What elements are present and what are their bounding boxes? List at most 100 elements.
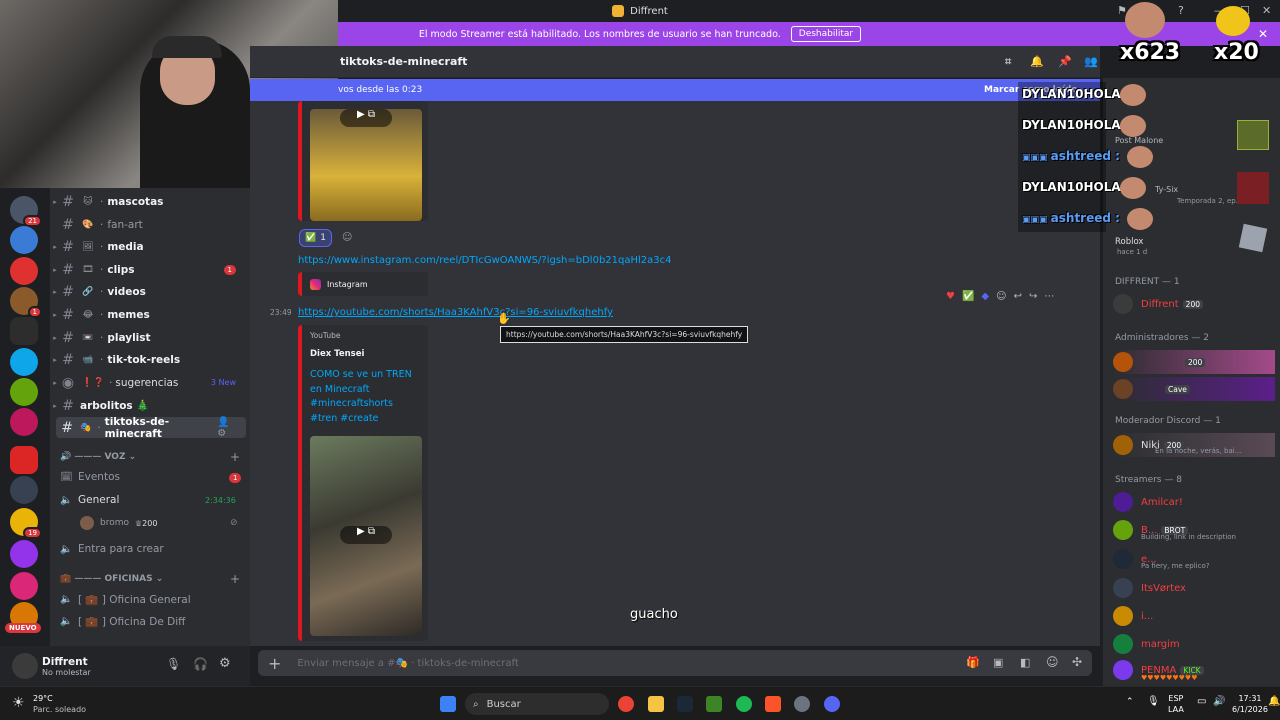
- file-explorer-icon[interactable]: [648, 696, 664, 712]
- member-item[interactable]: Amilcar!: [1113, 492, 1183, 512]
- instagram-link[interactable]: https://www.instagram.com/reel/DTIcGwOAN…: [298, 255, 672, 266]
- server-icon[interactable]: [10, 317, 38, 345]
- clock[interactable]: 17:31 6/1/2026: [1232, 693, 1268, 715]
- reply-icon[interactable]: ↩: [1014, 291, 1022, 302]
- server-icon[interactable]: [10, 476, 38, 504]
- threads-icon[interactable]: ⌗: [1005, 55, 1011, 69]
- check-reaction-icon[interactable]: ✅: [962, 291, 974, 302]
- settings-gear-icon[interactable]: ⚙: [219, 656, 231, 671]
- headphones-icon[interactable]: 🎧: [193, 657, 208, 671]
- help-icon[interactable]: ?: [1178, 4, 1184, 17]
- apps-icon[interactable]: ✣: [1072, 655, 1082, 669]
- embed-title[interactable]: COMO se ve un TREN en Minecraft #minecra…: [310, 368, 420, 426]
- member-item[interactable]: i...: [1113, 606, 1153, 626]
- volume-icon[interactable]: 🔊: [1213, 696, 1225, 707]
- add-reaction-icon[interactable]: ☺: [996, 291, 1006, 302]
- tray-chevron-icon[interactable]: ⌃: [1126, 697, 1134, 707]
- add-office-channel-icon[interactable]: +: [230, 572, 240, 586]
- voice-channel-general[interactable]: 🔈 General: [60, 494, 119, 506]
- play-button-icon[interactable]: ▶ ⧉: [340, 109, 392, 127]
- server-icon[interactable]: [10, 446, 38, 474]
- play-button-icon[interactable]: ▶ ⧉: [340, 526, 392, 544]
- member-item[interactable]: ItsVørtex: [1113, 578, 1186, 598]
- server-icon[interactable]: [10, 378, 38, 406]
- reaction-checkmark[interactable]: ✅ 1: [299, 229, 332, 247]
- server-icon[interactable]: [10, 257, 38, 285]
- spotify-icon[interactable]: [736, 696, 752, 712]
- mic-tray-icon[interactable]: 🎙: [1147, 696, 1160, 707]
- add-attachment-icon[interactable]: +: [268, 654, 281, 673]
- weather-temp[interactable]: 29°C: [33, 694, 53, 703]
- channel-fan-art[interactable]: # 🎨 · fan-art: [50, 214, 246, 235]
- brave-icon[interactable]: [765, 696, 781, 712]
- chrome-icon[interactable]: [618, 696, 634, 712]
- offices-category[interactable]: 💼 ——— OFICINAS ⌄: [60, 574, 163, 584]
- channel-clips[interactable]: ▸ # 🎞 · clips 1: [50, 259, 246, 280]
- new-badge: NUEVO: [5, 623, 41, 633]
- pin-icon[interactable]: 📌: [1058, 55, 1072, 68]
- member-status: Pa fiery, me eplico?: [1141, 562, 1210, 570]
- video-thumbnail[interactable]: ▶ ⧉: [310, 109, 422, 221]
- sticker-icon[interactable]: ◧: [1020, 656, 1030, 669]
- channel-memes[interactable]: ▸ # 😂 · memes: [50, 304, 246, 325]
- member-item[interactable]: Diffrent 200: [1113, 294, 1203, 314]
- channel-mascotas[interactable]: ▸ # 🐱 · mascotas: [50, 191, 246, 212]
- youtube-link[interactable]: https://youtube.com/shorts/Haa3KAhfV3c?s…: [298, 307, 613, 318]
- gift-icon[interactable]: 🎁: [966, 656, 980, 669]
- voice-category[interactable]: 🔊 ——— VOZ ⌄: [60, 452, 136, 462]
- minecraft-icon[interactable]: [706, 696, 722, 712]
- message-composer[interactable]: + Enviar mensaje a #🎭 · tiktoks-de-minec…: [258, 650, 1092, 676]
- server-icon[interactable]: [10, 226, 38, 254]
- forward-icon[interactable]: ↪: [1029, 291, 1037, 302]
- close-banner-icon[interactable]: ✕: [1258, 27, 1268, 41]
- obs-icon[interactable]: [794, 696, 810, 712]
- member-item[interactable]: margim: [1113, 634, 1180, 654]
- channel-arbolitos[interactable]: ▸ # arbolitos 🎄: [50, 395, 246, 416]
- voice-channel-oficina-diff[interactable]: 🔈 [ 💼 ] Oficina De Diff: [60, 615, 185, 628]
- server-icon[interactable]: 19: [10, 508, 42, 539]
- invite-and-settings-icon[interactable]: 👤 ⚙: [217, 417, 240, 439]
- start-menu-icon[interactable]: [440, 696, 456, 712]
- embed-author[interactable]: Diex Tensei: [310, 349, 420, 359]
- server-icon[interactable]: [10, 408, 38, 436]
- voice-channel-oficina-general[interactable]: 🔈 [ 💼 ] Oficina General: [60, 593, 191, 606]
- voice-user[interactable]: bromo ♕ 200: [80, 516, 157, 530]
- member-list-icon[interactable]: 👥: [1084, 55, 1098, 68]
- add-reaction-icon[interactable]: ☺: [342, 232, 352, 243]
- close-window-icon[interactable]: ✕: [1262, 4, 1271, 17]
- channel-tik-tok-reels[interactable]: ▸ # 📹 · tik-tok-reels: [50, 349, 246, 370]
- heart-reaction-icon[interactable]: ♥: [946, 291, 955, 302]
- server-icon[interactable]: 21: [10, 196, 42, 227]
- discord-icon[interactable]: [824, 696, 840, 712]
- steam-icon[interactable]: [677, 696, 693, 712]
- taskbar-search[interactable]: ⌕ Buscar: [465, 693, 609, 715]
- channel-playlist[interactable]: ▸ # 📼 · playlist: [50, 327, 246, 348]
- member-item[interactable]: 200: [1113, 350, 1275, 374]
- emoji-icon[interactable]: ☺: [1046, 655, 1059, 669]
- new-messages-bar[interactable]: vos desde las 0:23 Marcar como leído: [250, 79, 1100, 101]
- more-options-icon[interactable]: ⋯: [1044, 291, 1054, 302]
- bell-icon[interactable]: 🔔: [1030, 55, 1044, 68]
- server-icon[interactable]: 1: [10, 287, 42, 318]
- disable-streamer-button[interactable]: Deshabilitar: [790, 26, 862, 42]
- language-indicator[interactable]: ESP LAA: [1168, 693, 1184, 715]
- custom-reaction-icon[interactable]: ◆: [981, 291, 989, 302]
- member-item[interactable]: Cave: [1113, 377, 1275, 401]
- channel-media[interactable]: ▸ # 🖼 · media: [50, 236, 246, 257]
- notifications-icon[interactable]: 🔔: [1268, 696, 1280, 707]
- voice-channel-create[interactable]: 🔈 Entra para crear: [60, 543, 164, 555]
- gif-icon[interactable]: ▣: [993, 656, 1003, 669]
- add-voice-channel-icon[interactable]: +: [230, 450, 240, 464]
- mic-icon[interactable]: 🎙: [166, 657, 181, 671]
- video-thumbnail[interactable]: ▶ ⧉: [310, 436, 422, 636]
- channel-sugerencias[interactable]: ▸ ◉ ❗❓ · sugerencias 3 New: [50, 372, 246, 393]
- channel-tiktoks-de-minecraft[interactable]: # 🎭 · tiktoks-de-minecraft 👤 ⚙: [56, 416, 246, 440]
- message-input-placeholder[interactable]: Enviar mensaje a #🎭 · tiktoks-de-minecra…: [297, 658, 518, 669]
- channel-videos[interactable]: ▸ # 🔗 · videos: [50, 281, 246, 302]
- network-icon[interactable]: ▭: [1197, 696, 1206, 707]
- user-avatar[interactable]: [12, 653, 38, 679]
- voice-channel-eventos[interactable]: 🗓 Eventos: [60, 471, 120, 483]
- server-icon[interactable]: [10, 572, 38, 600]
- server-icon[interactable]: [10, 348, 38, 376]
- server-icon[interactable]: [10, 540, 38, 568]
